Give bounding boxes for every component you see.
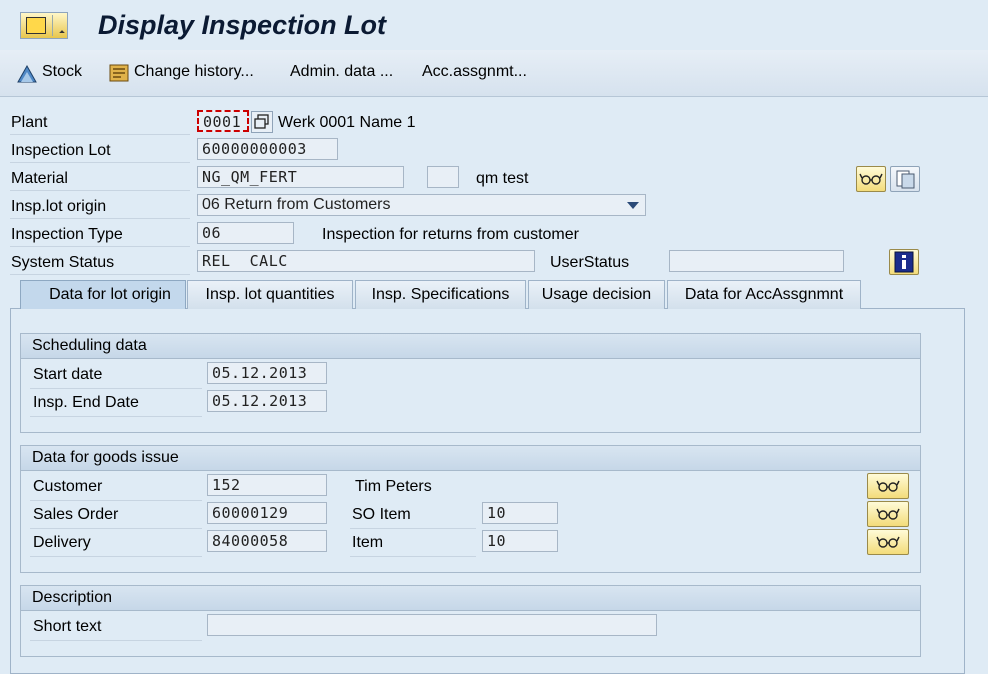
- insp-lot-origin-select[interactable]: 06 Return from Customers: [197, 194, 646, 216]
- delivery-label: Delivery: [33, 534, 91, 551]
- row-divider: [10, 134, 190, 135]
- customer-name: Tim Peters: [355, 478, 432, 495]
- glasses-icon: [876, 508, 900, 520]
- tab-label: Insp. lot quantities: [205, 286, 335, 303]
- row-divider: [10, 246, 190, 247]
- display-material-button[interactable]: [856, 166, 886, 192]
- group-title: Description: [21, 586, 920, 611]
- material-label: Material: [11, 170, 68, 187]
- row-divider: [30, 388, 202, 389]
- chevron-down-icon: [59, 30, 65, 36]
- inspection-type-field[interactable]: 06: [197, 222, 294, 244]
- glasses-icon: [876, 480, 900, 492]
- admin-data-button[interactable]: Admin. data ...: [290, 63, 393, 81]
- tab-label: Data for lot origin: [49, 286, 171, 303]
- material-field[interactable]: NG_QM_FERT: [197, 166, 404, 188]
- display-customer-button[interactable]: [867, 473, 909, 499]
- row-divider: [10, 162, 190, 163]
- goods-issue-group: Data for goods issue: [20, 445, 921, 573]
- tab-data-for-lot-origin[interactable]: Data for lot origin: [20, 280, 186, 309]
- system-status-label: System Status: [11, 254, 115, 271]
- display-delivery-button[interactable]: [867, 529, 909, 555]
- stock-icon: [17, 64, 37, 83]
- item-field[interactable]: 10: [482, 530, 558, 552]
- insp-end-date-label: Insp. End Date: [33, 394, 139, 411]
- sales-order-label: Sales Order: [33, 506, 119, 523]
- tab-label: Data for AccAssgnmnt: [684, 286, 844, 303]
- row-divider: [350, 556, 476, 557]
- row-divider: [10, 190, 190, 191]
- user-status-label: UserStatus: [550, 254, 630, 271]
- tab-insp-lot-quantities[interactable]: Insp. lot quantities: [187, 280, 353, 309]
- plant-description: Werk 0001 Name 1: [278, 114, 416, 131]
- change-history-button[interactable]: Change history...: [134, 63, 254, 81]
- tab-insp-specifications[interactable]: Insp. Specifications: [355, 280, 526, 309]
- row-divider: [30, 640, 202, 641]
- acc-assignment-button[interactable]: Acc.assgnmt...: [422, 63, 527, 81]
- status-info-button[interactable]: [889, 249, 919, 275]
- short-text-field[interactable]: [207, 614, 657, 636]
- customer-field[interactable]: 152: [207, 474, 327, 496]
- document-icon: [896, 170, 915, 189]
- stock-button[interactable]: Stock: [42, 63, 82, 81]
- menu-divider: [52, 15, 53, 36]
- tab-data-for-accassgnmnt[interactable]: Data for AccAssgnmnt: [667, 280, 861, 309]
- so-item-field[interactable]: 10: [482, 502, 558, 524]
- plant-label: Plant: [11, 114, 48, 131]
- page-title: Display Inspection Lot: [98, 10, 387, 40]
- chevron-down-icon[interactable]: [626, 200, 640, 210]
- row-divider: [30, 528, 202, 529]
- group-title: Scheduling data: [21, 334, 920, 359]
- start-date-field[interactable]: 05.12.2013: [207, 362, 327, 384]
- glasses-icon: [859, 173, 883, 185]
- inspection-type-description: Inspection for returns from customer: [322, 226, 579, 243]
- customer-label: Customer: [33, 478, 103, 495]
- insp-lot-origin-label: Insp.lot origin: [11, 198, 107, 215]
- value-help-icon[interactable]: [251, 111, 273, 133]
- glasses-icon: [876, 536, 900, 548]
- tab-label: Usage decision: [541, 286, 652, 303]
- copy-material-button[interactable]: [890, 166, 920, 192]
- menu-icon: [26, 17, 46, 34]
- display-sales-order-button[interactable]: [867, 501, 909, 527]
- sales-order-field[interactable]: 60000129: [207, 502, 327, 524]
- row-divider: [10, 218, 190, 219]
- start-date-label: Start date: [33, 366, 103, 383]
- tab-usage-decision[interactable]: Usage decision: [528, 280, 665, 309]
- row-divider: [10, 274, 190, 275]
- inspection-lot-field[interactable]: 60000000003: [197, 138, 338, 160]
- material-description: qm test: [476, 170, 529, 187]
- user-status-field[interactable]: [669, 250, 844, 272]
- delivery-field[interactable]: 84000058: [207, 530, 327, 552]
- material-extra-field[interactable]: [427, 166, 459, 188]
- info-icon: [894, 251, 914, 273]
- system-status-field[interactable]: REL CALC: [197, 250, 535, 272]
- scheduling-data-group: Scheduling data: [20, 333, 921, 433]
- inspection-lot-label: Inspection Lot: [11, 142, 111, 159]
- change-history-icon: [109, 64, 129, 82]
- insp-end-date-field[interactable]: 05.12.2013: [207, 390, 327, 412]
- row-divider: [30, 556, 202, 557]
- item-label: Item: [352, 534, 384, 551]
- group-title: Data for goods issue: [21, 446, 920, 471]
- row-divider: [30, 500, 202, 501]
- inspection-type-label: Inspection Type: [11, 226, 123, 243]
- row-divider: [30, 416, 202, 417]
- system-menu-button[interactable]: [20, 12, 68, 39]
- row-divider: [350, 528, 476, 529]
- so-item-label: SO Item: [352, 506, 411, 523]
- short-text-label: Short text: [33, 618, 102, 635]
- plant-input[interactable]: 0001: [197, 110, 249, 132]
- tab-label: Insp. Specifications: [371, 286, 510, 303]
